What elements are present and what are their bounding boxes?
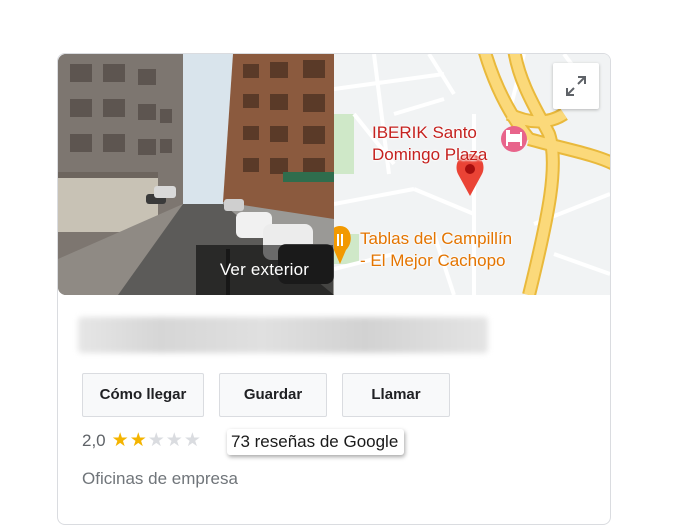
save-button[interactable]: Guardar [219, 373, 327, 417]
business-card: Ver exterior IBERIK Santo Domingo Plaza … [57, 53, 611, 525]
ver-exterior-button[interactable]: Ver exterior [196, 245, 333, 295]
map-label-tablas-line1: Tablas del Campillín [360, 229, 513, 248]
directions-button[interactable]: Cómo llegar [82, 373, 204, 417]
rating-row: 2,0 ★ ★ ★ ★ ★ [82, 428, 201, 454]
star-filled-icon: ★ [111, 430, 129, 451]
star-rating: ★ ★ ★ ★ ★ [112, 431, 201, 451]
star-empty-icon: ★ [147, 430, 165, 451]
business-name-redacted [78, 317, 488, 353]
star-filled-icon: ★ [129, 430, 147, 451]
street-view-photo[interactable]: Ver exterior [58, 54, 334, 295]
expand-icon [566, 76, 586, 96]
map-label-iberik-line2: Domingo Plaza [372, 145, 488, 164]
star-empty-icon: ★ [165, 430, 183, 451]
map-preview[interactable]: IBERIK Santo Domingo Plaza Tablas del Ca… [334, 54, 610, 295]
business-category: Oficinas de empresa [82, 469, 238, 488]
map-label-iberik-line1: IBERIK Santo [372, 123, 477, 142]
map-label-tablas-line2: - El Mejor Cachopo [360, 251, 506, 270]
reviews-link[interactable]: 73 reseñas de Google [227, 429, 405, 455]
expand-map-button[interactable] [553, 63, 599, 109]
call-button[interactable]: Llamar [342, 373, 450, 417]
star-empty-icon: ★ [183, 430, 201, 451]
rating-value: 2,0 [82, 431, 106, 450]
